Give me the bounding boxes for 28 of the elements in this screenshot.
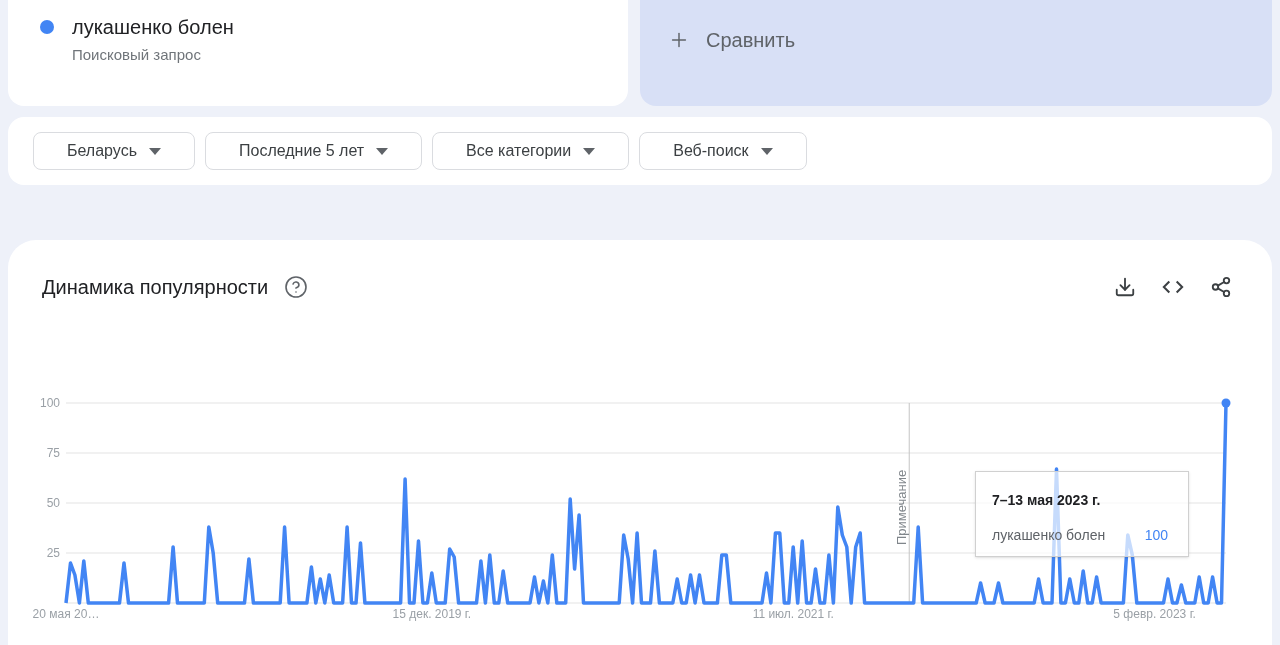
caret-icon bbox=[760, 147, 773, 155]
help-icon[interactable] bbox=[284, 275, 309, 299]
y-tick-label: 50 bbox=[46, 496, 60, 510]
compare-button[interactable]: Сравнить bbox=[640, 0, 1272, 106]
y-tick-label: 25 bbox=[46, 546, 60, 560]
caret-icon bbox=[583, 147, 596, 155]
x-tick-label: 20 мая 20… bbox=[32, 607, 100, 621]
x-tick-label: 5 февр. 2023 г. bbox=[1113, 607, 1196, 621]
filter-dropdown[interactable]: Веб-поиск bbox=[639, 132, 807, 170]
caret-icon bbox=[376, 147, 389, 155]
x-tick-label: 11 июл. 2021 г. bbox=[752, 607, 834, 621]
y-tick-label: 75 bbox=[46, 446, 60, 460]
filter-dropdown[interactable]: Последние 5 лет bbox=[205, 132, 423, 170]
tooltip-term: лукашенко болен bbox=[992, 526, 1106, 545]
filter-dropdown[interactable]: Все категории bbox=[432, 132, 630, 170]
share-icon[interactable] bbox=[1210, 276, 1232, 298]
download-icon[interactable] bbox=[1114, 276, 1136, 298]
search-term-subtitle: Поисковый запрос bbox=[72, 45, 202, 65]
card-title: Динамика популярности bbox=[42, 275, 269, 300]
hover-point bbox=[1221, 398, 1231, 408]
tooltip-value: 100 bbox=[1144, 526, 1168, 545]
filter-dropdown[interactable]: Беларусь bbox=[33, 132, 195, 170]
note-label[interactable]: Примечание bbox=[894, 469, 910, 545]
search-term: лукашенко болен bbox=[72, 16, 234, 38]
tooltip-date: 7–13 мая 2023 г. bbox=[992, 491, 1102, 510]
y-tick-label: 100 bbox=[39, 396, 60, 410]
x-tick-label: 15 дек. 2019 г. bbox=[392, 607, 472, 621]
caret-icon bbox=[149, 147, 161, 155]
